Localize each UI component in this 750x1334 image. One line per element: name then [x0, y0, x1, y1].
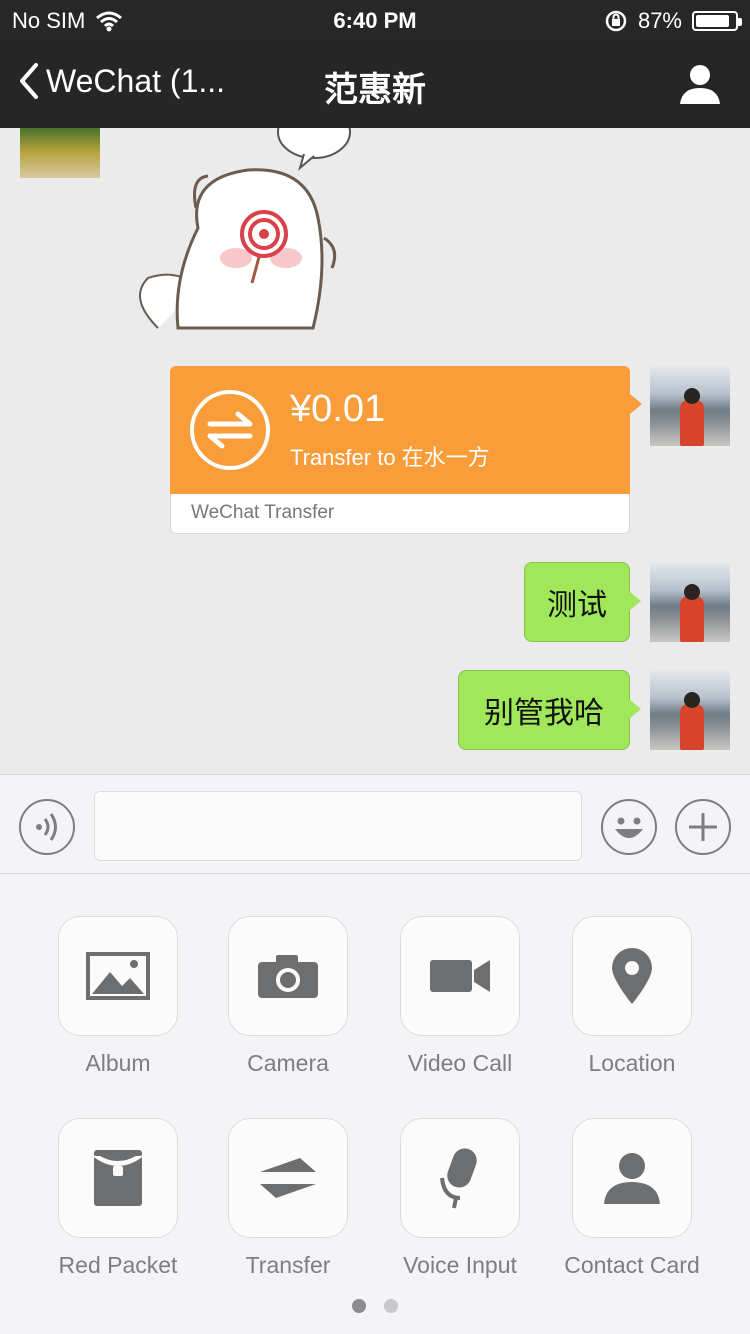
- voice-icon: [36, 813, 57, 841]
- plus-icon: [689, 813, 717, 841]
- message-input[interactable]: [94, 791, 582, 861]
- contact-card-label: Contact Card: [564, 1252, 700, 1278]
- contact-card-button[interactable]: Contact Card: [542, 1118, 722, 1279]
- chat-title: 范惠新: [324, 71, 426, 109]
- nav-bar: WeChat (1... 范惠新: [0, 40, 750, 128]
- transfer-tile: [228, 1118, 348, 1238]
- my-avatar[interactable]: [650, 366, 730, 446]
- emoji-icon: [615, 817, 643, 838]
- sticker-image[interactable]: [118, 128, 358, 338]
- transfer-icon: [260, 1158, 316, 1198]
- video-call-tile: [400, 916, 520, 1036]
- camera-tile: [228, 916, 348, 1036]
- video-call-icon: [430, 960, 490, 992]
- voice-input-tile: [400, 1118, 520, 1238]
- contact-card-icon: [604, 1153, 660, 1204]
- more-button[interactable]: [675, 799, 731, 855]
- battery-icon: [692, 11, 742, 31]
- red-packet-tile: [58, 1118, 178, 1238]
- video-call-label: Video Call: [407, 1050, 513, 1076]
- location-tile: [572, 916, 692, 1036]
- status-bar: No SIM 6:40 PM 87%: [0, 0, 750, 40]
- red-packet-icon: [93, 1150, 143, 1206]
- album-tile: [58, 916, 178, 1036]
- voice-input-button[interactable]: Voice Input: [370, 1118, 550, 1279]
- my-avatar[interactable]: [650, 562, 730, 642]
- album-button[interactable]: Album: [28, 916, 208, 1077]
- red-packet-label: Red Packet: [58, 1252, 178, 1278]
- contact-card-tile: [572, 1118, 692, 1238]
- chat-area[interactable]: ¥0.01 Transfer to 在水一方 WeChat Transfer 测…: [0, 128, 750, 774]
- transfer-label: Transfer: [245, 1252, 331, 1278]
- transfer-button[interactable]: Transfer: [198, 1118, 378, 1279]
- microphone-icon: [440, 1148, 477, 1209]
- transfer-card-body: ¥0.01 Transfer to 在水一方: [170, 366, 642, 494]
- page-dot-1[interactable]: [352, 1299, 366, 1313]
- transfer-footer: WeChat Transfer: [170, 494, 630, 534]
- transfer-amount: ¥0.01: [290, 388, 386, 430]
- tools-panel: Album Camera Video Call Location Red Pac…: [0, 875, 750, 1334]
- message-bubble[interactable]: 测试: [524, 562, 641, 642]
- location-icon: [612, 948, 652, 1004]
- album-icon: [86, 952, 150, 1000]
- message-bubble[interactable]: 别管我哈: [458, 670, 641, 750]
- my-avatar[interactable]: [650, 670, 730, 750]
- profile-icon[interactable]: [678, 62, 722, 106]
- camera-button[interactable]: Camera: [198, 916, 378, 1077]
- page-dot-2[interactable]: [384, 1299, 398, 1313]
- red-packet-button[interactable]: Red Packet: [28, 1118, 208, 1279]
- album-label: Album: [85, 1050, 151, 1076]
- camera-icon: [258, 955, 318, 998]
- voice-input-label: Voice Input: [403, 1252, 517, 1278]
- contact-avatar[interactable]: [20, 128, 100, 178]
- location-label: Location: [588, 1050, 676, 1076]
- voice-button[interactable]: [19, 799, 75, 855]
- input-bar: [0, 774, 750, 874]
- camera-label: Camera: [247, 1050, 329, 1076]
- transfer-message[interactable]: ¥0.01 Transfer to 在水一方 WeChat Transfer: [170, 366, 642, 534]
- transfer-icon: [190, 390, 270, 470]
- battery-percent: 87%: [637, 8, 682, 33]
- emoji-button[interactable]: [601, 799, 657, 855]
- transfer-description: Transfer to 在水一方: [290, 445, 490, 470]
- video-call-button[interactable]: Video Call: [370, 916, 550, 1077]
- page-indicator[interactable]: [0, 1299, 750, 1313]
- rotation-lock-icon: [605, 10, 627, 32]
- location-button[interactable]: Location: [542, 916, 722, 1077]
